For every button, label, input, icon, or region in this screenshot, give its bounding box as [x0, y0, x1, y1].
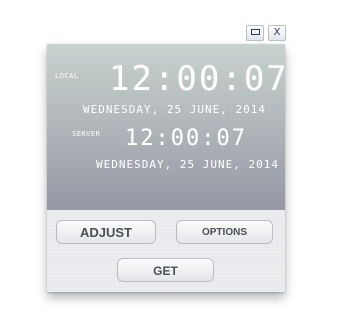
- close-button[interactable]: X: [268, 25, 286, 41]
- close-icon: X: [273, 27, 281, 38]
- minimize-button[interactable]: [246, 25, 264, 41]
- adjust-button[interactable]: ADJUST: [56, 220, 156, 244]
- local-label: LOCAL: [55, 72, 79, 80]
- server-time: 12:00:07: [125, 126, 247, 151]
- clock-widget: LOCAL 12:00:07 WEDNESDAY, 25 JUNE, 2014 …: [47, 44, 285, 292]
- options-button[interactable]: OPTIONS: [176, 220, 273, 244]
- local-date: WEDNESDAY, 25 JUNE, 2014: [83, 103, 266, 116]
- minimize-icon: [250, 29, 260, 35]
- button-panel: ADJUST OPTIONS GET: [47, 210, 285, 292]
- server-label: SERVER: [72, 130, 101, 138]
- local-time: 12:00:07: [109, 59, 285, 99]
- server-date: WEDNESDAY, 25 JUNE, 2014: [96, 158, 279, 171]
- get-button[interactable]: GET: [117, 258, 214, 282]
- clock-display: LOCAL 12:00:07 WEDNESDAY, 25 JUNE, 2014 …: [47, 44, 285, 210]
